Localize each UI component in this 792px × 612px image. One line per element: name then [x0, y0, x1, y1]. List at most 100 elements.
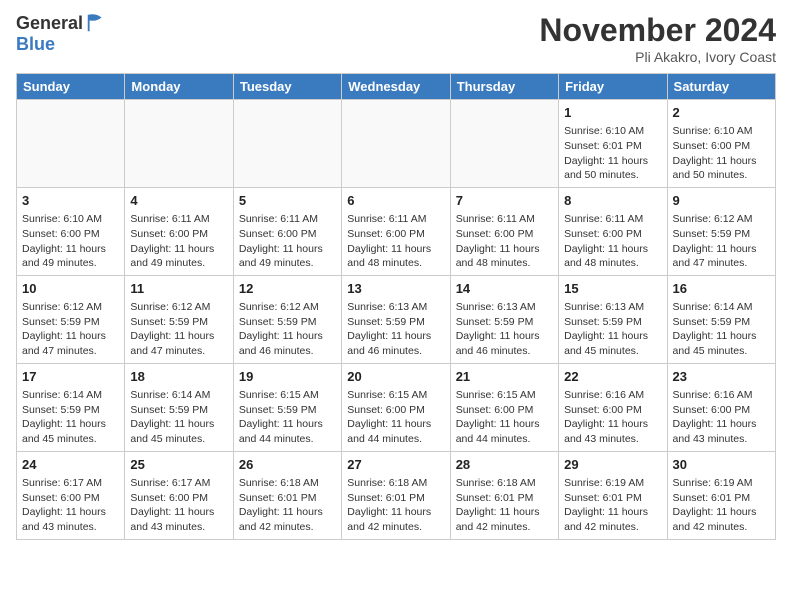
calendar-cell: 20 Sunrise: 6:15 AM Sunset: 6:00 PM Dayli… [342, 363, 450, 451]
day-info: Sunrise: 6:11 AM Sunset: 6:00 PM Dayligh… [456, 212, 553, 271]
day-number: 7 [456, 192, 553, 210]
day-number: 13 [347, 280, 444, 298]
day-number: 8 [564, 192, 661, 210]
day-header-friday: Friday [559, 74, 667, 100]
day-number: 16 [673, 280, 770, 298]
calendar-cell [233, 100, 341, 188]
day-number: 10 [22, 280, 119, 298]
calendar-cell [125, 100, 233, 188]
logo-general-text: General [16, 13, 83, 34]
calendar-cell: 9 Sunrise: 6:12 AM Sunset: 5:59 PM Daylig… [667, 187, 775, 275]
day-info: Sunrise: 6:10 AM Sunset: 6:00 PM Dayligh… [22, 212, 119, 271]
day-info: Sunrise: 6:17 AM Sunset: 6:00 PM Dayligh… [22, 476, 119, 535]
day-info: Sunrise: 6:18 AM Sunset: 6:01 PM Dayligh… [456, 476, 553, 535]
day-info: Sunrise: 6:13 AM Sunset: 5:59 PM Dayligh… [347, 300, 444, 359]
calendar-cell: 17 Sunrise: 6:14 AM Sunset: 5:59 PM Dayli… [17, 363, 125, 451]
day-number: 18 [130, 368, 227, 386]
calendar-cell: 16 Sunrise: 6:14 AM Sunset: 5:59 PM Dayli… [667, 275, 775, 363]
day-info: Sunrise: 6:13 AM Sunset: 5:59 PM Dayligh… [456, 300, 553, 359]
calendar-cell: 18 Sunrise: 6:14 AM Sunset: 5:59 PM Dayli… [125, 363, 233, 451]
calendar-cell: 24 Sunrise: 6:17 AM Sunset: 6:00 PM Dayli… [17, 451, 125, 539]
day-number: 28 [456, 456, 553, 474]
day-number: 21 [456, 368, 553, 386]
day-info: Sunrise: 6:16 AM Sunset: 6:00 PM Dayligh… [564, 388, 661, 447]
calendar-cell: 3 Sunrise: 6:10 AM Sunset: 6:00 PM Daylig… [17, 187, 125, 275]
location: Pli Akakro, Ivory Coast [539, 49, 776, 65]
calendar-header-row: SundayMondayTuesdayWednesdayThursdayFrid… [17, 74, 776, 100]
day-info: Sunrise: 6:11 AM Sunset: 6:00 PM Dayligh… [130, 212, 227, 271]
day-number: 19 [239, 368, 336, 386]
logo-blue-text: Blue [16, 34, 55, 55]
day-header-thursday: Thursday [450, 74, 558, 100]
day-header-sunday: Sunday [17, 74, 125, 100]
calendar-cell: 1 Sunrise: 6:10 AM Sunset: 6:01 PM Daylig… [559, 100, 667, 188]
calendar-table: SundayMondayTuesdayWednesdayThursdayFrid… [16, 73, 776, 540]
calendar-cell: 30 Sunrise: 6:19 AM Sunset: 6:01 PM Dayli… [667, 451, 775, 539]
calendar-cell: 8 Sunrise: 6:11 AM Sunset: 6:00 PM Daylig… [559, 187, 667, 275]
day-number: 12 [239, 280, 336, 298]
day-info: Sunrise: 6:11 AM Sunset: 6:00 PM Dayligh… [564, 212, 661, 271]
day-number: 4 [130, 192, 227, 210]
header: General Blue November 2024 Pli Akakro, I… [0, 0, 792, 73]
day-number: 3 [22, 192, 119, 210]
day-info: Sunrise: 6:12 AM Sunset: 5:59 PM Dayligh… [673, 212, 770, 271]
day-number: 29 [564, 456, 661, 474]
day-info: Sunrise: 6:14 AM Sunset: 5:59 PM Dayligh… [673, 300, 770, 359]
day-header-wednesday: Wednesday [342, 74, 450, 100]
calendar-cell: 28 Sunrise: 6:18 AM Sunset: 6:01 PM Dayli… [450, 451, 558, 539]
calendar-cell: 7 Sunrise: 6:11 AM Sunset: 6:00 PM Daylig… [450, 187, 558, 275]
day-number: 2 [673, 104, 770, 122]
calendar-cell: 27 Sunrise: 6:18 AM Sunset: 6:01 PM Dayli… [342, 451, 450, 539]
day-info: Sunrise: 6:12 AM Sunset: 5:59 PM Dayligh… [130, 300, 227, 359]
calendar-cell: 14Sunrise: 6:13 AM Sunset: 5:59 PM Dayli… [450, 275, 558, 363]
calendar-cell: 23Sunrise: 6:16 AM Sunset: 6:00 PM Dayli… [667, 363, 775, 451]
day-info: Sunrise: 6:18 AM Sunset: 6:01 PM Dayligh… [239, 476, 336, 535]
calendar-wrap: SundayMondayTuesdayWednesdayThursdayFrid… [0, 73, 792, 548]
day-number: 1 [564, 104, 661, 122]
month-title: November 2024 [539, 12, 776, 49]
day-number: 30 [673, 456, 770, 474]
calendar-cell: 2Sunrise: 6:10 AM Sunset: 6:00 PM Daylig… [667, 100, 775, 188]
day-info: Sunrise: 6:15 AM Sunset: 5:59 PM Dayligh… [239, 388, 336, 447]
day-number: 17 [22, 368, 119, 386]
day-info: Sunrise: 6:11 AM Sunset: 6:00 PM Dayligh… [347, 212, 444, 271]
calendar-week-row: 3 Sunrise: 6:10 AM Sunset: 6:00 PM Daylig… [17, 187, 776, 275]
day-info: Sunrise: 6:17 AM Sunset: 6:00 PM Dayligh… [130, 476, 227, 535]
calendar-cell: 22 Sunrise: 6:16 AM Sunset: 6:00 PM Dayli… [559, 363, 667, 451]
day-number: 6 [347, 192, 444, 210]
day-header-saturday: Saturday [667, 74, 775, 100]
calendar-cell [342, 100, 450, 188]
day-info: Sunrise: 6:15 AM Sunset: 6:00 PM Dayligh… [347, 388, 444, 447]
calendar-cell: 26 Sunrise: 6:18 AM Sunset: 6:01 PM Dayli… [233, 451, 341, 539]
calendar-cell [17, 100, 125, 188]
day-number: 22 [564, 368, 661, 386]
day-number: 5 [239, 192, 336, 210]
day-number: 24 [22, 456, 119, 474]
day-number: 9 [673, 192, 770, 210]
day-number: 25 [130, 456, 227, 474]
calendar-cell: 15Sunrise: 6:13 AM Sunset: 5:59 PM Dayli… [559, 275, 667, 363]
day-number: 26 [239, 456, 336, 474]
logo-flag-icon [85, 12, 107, 34]
day-info: Sunrise: 6:10 AM Sunset: 6:01 PM Dayligh… [564, 124, 661, 183]
calendar-week-row: 10 Sunrise: 6:12 AM Sunset: 5:59 PM Dayli… [17, 275, 776, 363]
day-number: 20 [347, 368, 444, 386]
calendar-week-row: 17 Sunrise: 6:14 AM Sunset: 5:59 PM Dayli… [17, 363, 776, 451]
day-number: 15 [564, 280, 661, 298]
day-info: Sunrise: 6:19 AM Sunset: 6:01 PM Dayligh… [673, 476, 770, 535]
day-header-monday: Monday [125, 74, 233, 100]
day-number: 23 [673, 368, 770, 386]
calendar-cell: 12 Sunrise: 6:12 AM Sunset: 5:59 PM Dayli… [233, 275, 341, 363]
calendar-cell [450, 100, 558, 188]
day-info: Sunrise: 6:14 AM Sunset: 5:59 PM Dayligh… [130, 388, 227, 447]
day-info: Sunrise: 6:18 AM Sunset: 6:01 PM Dayligh… [347, 476, 444, 535]
calendar-cell: 25 Sunrise: 6:17 AM Sunset: 6:00 PM Dayli… [125, 451, 233, 539]
day-number: 27 [347, 456, 444, 474]
day-info: Sunrise: 6:14 AM Sunset: 5:59 PM Dayligh… [22, 388, 119, 447]
day-info: Sunrise: 6:11 AM Sunset: 6:00 PM Dayligh… [239, 212, 336, 271]
calendar-cell: 4 Sunrise: 6:11 AM Sunset: 6:00 PM Daylig… [125, 187, 233, 275]
day-info: Sunrise: 6:12 AM Sunset: 5:59 PM Dayligh… [22, 300, 119, 359]
day-info: Sunrise: 6:19 AM Sunset: 6:01 PM Dayligh… [564, 476, 661, 535]
calendar-cell: 5 Sunrise: 6:11 AM Sunset: 6:00 PM Daylig… [233, 187, 341, 275]
day-info: Sunrise: 6:12 AM Sunset: 5:59 PM Dayligh… [239, 300, 336, 359]
